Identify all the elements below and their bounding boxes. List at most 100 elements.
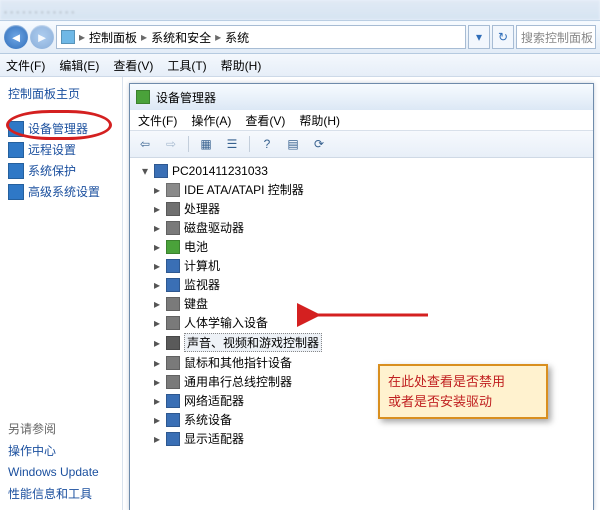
breadcrumb[interactable]: ▸ 控制面板 ▸ 系统和安全 ▸ 系统	[56, 25, 466, 49]
tree-node-label: 显示适配器	[184, 430, 244, 447]
menu-file[interactable]: 文件(F)	[6, 57, 45, 74]
sidebar: 控制面板主页 设备管理器远程设置系统保护高级系统设置 另请参阅 操作中心Wind…	[0, 77, 123, 510]
annotation-callout: 在此处查看是否禁用 或者是否安装驱动	[378, 364, 548, 419]
see-also-link-1[interactable]: Windows Update	[8, 462, 118, 482]
shield-icon	[8, 142, 24, 158]
see-also-link-0[interactable]: 操作中心	[8, 439, 118, 462]
dm-menu-action[interactable]: 操作(A)	[191, 112, 231, 129]
callout-line2: 或者是否安装驱动	[388, 392, 538, 412]
tool-refresh-icon[interactable]: ⟳	[310, 135, 328, 153]
menu-edit[interactable]: 编辑(E)	[59, 57, 99, 74]
expand-icon[interactable]: ▸	[152, 394, 162, 408]
expand-icon[interactable]: ▸	[152, 336, 162, 350]
tree-node-label: 键盘	[184, 295, 208, 312]
tree-node[interactable]: ▸ 计算机	[140, 256, 589, 275]
tree-node[interactable]: ▸磁盘驱动器	[140, 218, 589, 237]
tree-node-label: 声音、视频和游戏控制器	[184, 333, 322, 352]
tree-node-label: 系统设备	[184, 411, 232, 428]
control-panel-icon	[61, 30, 75, 44]
collapse-icon[interactable]: ▾	[140, 164, 150, 178]
expand-icon[interactable]: ▸	[152, 221, 162, 235]
breadcrumb-item[interactable]: 系统	[225, 29, 249, 46]
breadcrumb-dropdown-button[interactable]: ▾	[468, 25, 490, 49]
device-category-icon	[166, 259, 180, 273]
device-tree[interactable]: ▾ PC201411231033 ▸IDE ATA/ATAPI 控制器▸处理器▸…	[130, 158, 593, 510]
device-manager-title: 设备管理器	[156, 89, 216, 106]
tool-help-icon[interactable]: ?	[258, 135, 276, 153]
tool-show-hidden-icon[interactable]: ▦	[197, 135, 215, 153]
expand-icon[interactable]: ▸	[152, 375, 162, 389]
device-category-icon	[166, 413, 180, 427]
sidebar-item-2[interactable]: 系统保护	[8, 160, 118, 181]
refresh-button[interactable]: ↻	[492, 25, 514, 49]
tree-node[interactable]: ▸处理器	[140, 199, 589, 218]
tree-node-label: 电池	[184, 238, 208, 255]
dm-menu-view[interactable]: 查看(V)	[245, 112, 285, 129]
device-manager-toolbar: ⇦ ⇨ ▦ ☰ ? ▤ ⟳	[130, 131, 593, 158]
sidebar-item-1[interactable]: 远程设置	[8, 139, 118, 160]
sidebar-item-label: 系统保护	[28, 162, 76, 179]
device-manager-window: 设备管理器 文件(F) 操作(A) 查看(V) 帮助(H) ⇦ ⇨ ▦ ☰ ? …	[129, 83, 594, 510]
tree-node[interactable]: ▸ 人体学输入设备	[140, 313, 589, 332]
expand-icon[interactable]: ▸	[152, 297, 162, 311]
sidebar-item-label: 高级系统设置	[28, 183, 100, 200]
device-category-icon	[166, 202, 180, 216]
device-category-icon	[166, 316, 180, 330]
address-bar: ◄ ► ▸ 控制面板 ▸ 系统和安全 ▸ 系统 ▾ ↻ 搜索控制面板	[0, 20, 600, 54]
search-input[interactable]: 搜索控制面板	[516, 25, 596, 49]
see-also-link-2[interactable]: 性能信息和工具	[8, 482, 118, 505]
dm-menu-help[interactable]: 帮助(H)	[299, 112, 340, 129]
expand-icon[interactable]: ▸	[152, 356, 162, 370]
breadcrumb-item[interactable]: 控制面板	[89, 29, 137, 46]
computer-icon	[154, 164, 168, 178]
shield-icon	[8, 121, 24, 137]
expand-icon[interactable]: ▸	[152, 240, 162, 254]
tree-root[interactable]: ▾ PC201411231033	[140, 164, 589, 178]
tree-node[interactable]: ▸ IDE ATA/ATAPI 控制器	[140, 180, 589, 199]
shield-icon	[8, 163, 24, 179]
callout-line1: 在此处查看是否禁用	[388, 372, 538, 392]
menu-tools[interactable]: 工具(T)	[167, 57, 206, 74]
tool-forward-icon[interactable]: ⇨	[162, 135, 180, 153]
device-manager-menu: 文件(F) 操作(A) 查看(V) 帮助(H)	[130, 110, 593, 131]
expand-icon[interactable]: ▸	[152, 432, 162, 446]
device-category-icon	[166, 356, 180, 370]
device-category-icon	[166, 240, 180, 254]
tool-scan-icon[interactable]: ☰	[223, 135, 241, 153]
expand-icon[interactable]: ▸	[152, 413, 162, 427]
tool-back-icon[interactable]: ⇦	[136, 135, 154, 153]
window-titlebar: . . . . . . . . . . . .	[0, 0, 600, 20]
see-also-title: 另请参阅	[8, 420, 118, 437]
sidebar-title[interactable]: 控制面板主页	[8, 85, 118, 102]
sidebar-item-3[interactable]: 高级系统设置	[8, 181, 118, 202]
shield-icon	[8, 184, 24, 200]
tree-node-label: 计算机	[184, 257, 220, 274]
content-area: 设备管理器 文件(F) 操作(A) 查看(V) 帮助(H) ⇦ ⇨ ▦ ☰ ? …	[123, 77, 600, 510]
nav-forward-button[interactable]: ►	[30, 25, 54, 49]
expand-icon[interactable]: ▸	[152, 183, 162, 197]
tree-node[interactable]: ▸监视器	[140, 275, 589, 294]
expand-icon[interactable]: ▸	[152, 202, 162, 216]
tree-node[interactable]: ▸ 电池	[140, 237, 589, 256]
device-category-icon	[166, 394, 180, 408]
nav-back-button[interactable]: ◄	[4, 25, 28, 49]
expand-icon[interactable]: ▸	[152, 259, 162, 273]
tree-node[interactable]: ▸ 声音、视频和游戏控制器	[140, 332, 589, 353]
menu-help[interactable]: 帮助(H)	[221, 57, 262, 74]
tree-node-label: IDE ATA/ATAPI 控制器	[184, 181, 304, 198]
dm-menu-file[interactable]: 文件(F)	[138, 112, 177, 129]
menu-view[interactable]: 查看(V)	[113, 57, 153, 74]
expand-icon[interactable]: ▸	[152, 278, 162, 292]
tree-node-label: 鼠标和其他指针设备	[184, 354, 292, 371]
tree-node[interactable]: ▸ 显示适配器	[140, 429, 589, 448]
expand-icon[interactable]: ▸	[152, 316, 162, 330]
tool-properties-icon[interactable]: ▤	[284, 135, 302, 153]
tree-node-label: 人体学输入设备	[184, 314, 268, 331]
device-category-icon	[166, 221, 180, 235]
device-category-icon	[166, 432, 180, 446]
breadcrumb-item[interactable]: 系统和安全	[151, 29, 211, 46]
device-category-icon	[166, 297, 180, 311]
tree-node[interactable]: ▸ 键盘	[140, 294, 589, 313]
device-manager-titlebar: 设备管理器	[130, 84, 593, 110]
sidebar-item-0[interactable]: 设备管理器	[8, 118, 118, 139]
